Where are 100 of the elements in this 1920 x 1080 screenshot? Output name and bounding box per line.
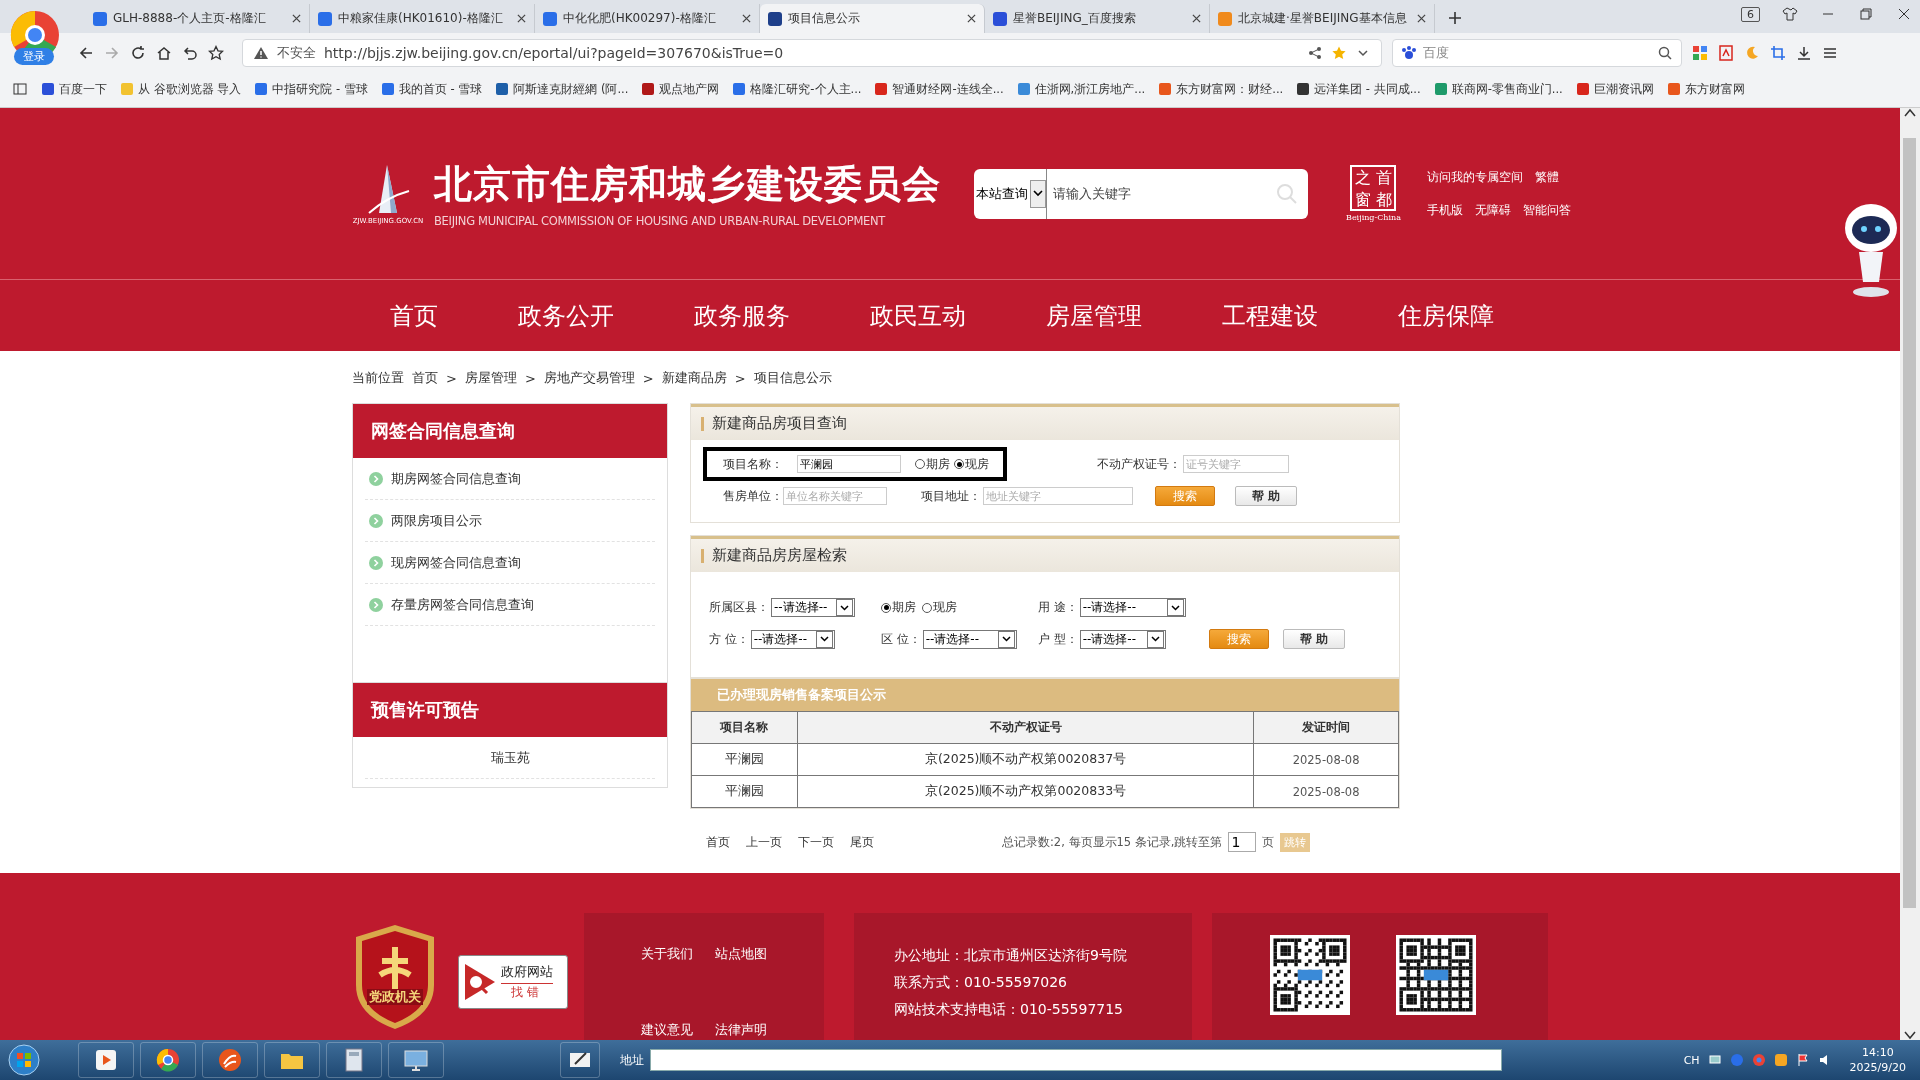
media-player-icon[interactable] (78, 1042, 134, 1078)
bookmark[interactable]: 从 谷歌浏览器 导入 (121, 81, 242, 97)
browser-tab[interactable]: 星誉BEIJING_百度搜索 (985, 4, 1210, 33)
bookmark[interactable]: 智通财经网-连线全... (875, 81, 1004, 97)
footer-link[interactable]: 站点地图 (715, 945, 767, 997)
nav-item[interactable]: 工程建设 (1222, 299, 1318, 332)
reload-icon[interactable] (130, 45, 146, 61)
breadcrumb-link[interactable]: 房地产交易管理 (543, 369, 635, 387)
chevron-down-icon[interactable] (1033, 190, 1043, 197)
close-icon[interactable] (967, 14, 976, 23)
bookmark[interactable]: 住浙网,浙江房地产... (1017, 81, 1146, 97)
bookmark[interactable]: 巨潮资讯网 (1576, 81, 1654, 97)
clock[interactable]: 14:10 2025/9/20 (1849, 1045, 1906, 1075)
page-link[interactable]: 尾页 (850, 834, 874, 850)
dropdown[interactable]: --请选择-- (1079, 629, 1166, 649)
close-icon[interactable] (517, 14, 526, 23)
bookmark[interactable]: 中指研究院 - 雪球 (255, 81, 368, 97)
new-tab-icon[interactable] (1447, 10, 1463, 26)
scroll-down-icon[interactable] (1904, 1030, 1916, 1040)
dropdown[interactable]: --请选择-- (771, 598, 855, 617)
search-field[interactable]: 百度 (1392, 39, 1682, 67)
star-icon[interactable] (1331, 45, 1347, 61)
footer-link[interactable]: 建议意见 (641, 1021, 693, 1040)
sidebar-item[interactable]: 期房网签合同信息查询 (365, 458, 655, 500)
undo-icon[interactable] (182, 45, 198, 61)
close-icon[interactable] (742, 14, 751, 23)
close-icon[interactable] (1896, 6, 1912, 22)
radio-button[interactable] (954, 459, 964, 469)
help-button[interactable]: 帮 助 (1283, 629, 1345, 649)
pdf-icon[interactable] (1718, 45, 1734, 61)
header-link[interactable]: 无障碍 (1474, 201, 1511, 219)
bookmark[interactable]: 阿斯達克財經網 (阿... (496, 81, 629, 97)
chevron-down-icon[interactable] (1150, 636, 1160, 642)
monitor-icon[interactable] (388, 1042, 444, 1078)
bookmark[interactable]: 格隆汇研究-个人主... (733, 81, 862, 97)
crop-icon[interactable] (1770, 45, 1786, 61)
report-error-button[interactable]: 政府网站 找错 (458, 955, 568, 1009)
language-indicator[interactable]: CH (1683, 1053, 1700, 1067)
chevron-down-icon[interactable] (1170, 604, 1180, 611)
menu-icon[interactable] (1822, 45, 1838, 61)
radio-button[interactable] (881, 602, 891, 613)
text-field[interactable]: 平澜园 (797, 455, 901, 473)
app-icon[interactable] (1773, 1053, 1788, 1067)
download-icon[interactable] (1796, 45, 1812, 61)
nav-item[interactable]: 首页 (390, 299, 438, 332)
radio-option[interactable]: 期房 (915, 456, 950, 472)
app-icon[interactable] (202, 1042, 258, 1078)
pen-icon[interactable] (560, 1042, 600, 1078)
site-search-field[interactable]: 本站查询 请输入关键字 (974, 168, 1308, 219)
footer-link[interactable]: 关于我们 (641, 945, 693, 997)
folder-icon[interactable] (264, 1042, 320, 1078)
bookmark[interactable]: 观点地产网 (642, 81, 720, 97)
breadcrumb-link[interactable]: 首页 (412, 369, 438, 387)
bookmark[interactable]: 联商网-零售商业门... (1434, 81, 1563, 97)
footer-link[interactable]: 法律声明 (715, 1021, 767, 1040)
page-link[interactable]: 首页 (706, 834, 730, 850)
bookmark[interactable]: 东方财富网 (1667, 81, 1745, 97)
calculator-icon[interactable] (326, 1042, 382, 1078)
browser-tab[interactable]: 中粮家佳康(HK01610)-格隆汇 (310, 4, 535, 33)
share-icon[interactable] (1307, 45, 1323, 61)
back-icon[interactable] (78, 45, 94, 61)
header-link[interactable]: 访问我的专属空间 (1426, 168, 1523, 186)
dropdown[interactable]: --请选择-- (750, 629, 835, 649)
close-icon[interactable] (292, 14, 301, 23)
breadcrumb-link[interactable]: 项目信息公示 (753, 369, 832, 387)
address-bar[interactable]: 不安全 http://bjjs.zjw.beijing.gov.cn/eportal/ui?pageId=307670&isTrue=0 (242, 39, 1382, 67)
browser-tab[interactable]: GLH-8888-个人主页-格隆汇 (85, 4, 310, 33)
sidebar-icon[interactable] (12, 81, 28, 97)
tab-count[interactable]: 6 (1741, 6, 1760, 22)
address-field[interactable] (650, 1049, 1502, 1071)
search-icon[interactable] (1657, 45, 1673, 61)
radio-option[interactable]: 期房 (881, 600, 916, 615)
header-link[interactable]: 手机版 (1426, 201, 1463, 219)
radio-option[interactable]: 现房 (922, 600, 957, 615)
dropdown[interactable]: --请选择-- (1079, 598, 1186, 617)
page-field[interactable]: 1 (1228, 832, 1257, 852)
shirt-icon[interactable] (1782, 6, 1798, 22)
bookmark[interactable]: 百度一下 (42, 81, 107, 97)
sidebar-item[interactable]: 存量房网签合同信息查询 (365, 584, 655, 626)
bookmark[interactable]: 我的首页 - 雪球 (381, 81, 483, 97)
login-button[interactable]: 登录 (14, 48, 54, 65)
grid-icon[interactable] (1692, 45, 1708, 61)
browser-icon[interactable] (140, 1042, 196, 1078)
radio-button[interactable] (915, 459, 925, 469)
nav-item[interactable]: 政务公开 (518, 299, 614, 332)
browser-tab[interactable]: 北京城建·星誉BEIJING基本信息 (1210, 4, 1435, 33)
sidebar-item[interactable]: 瑞玉苑 (365, 737, 655, 779)
header-link[interactable]: 智能问答 (1522, 201, 1571, 219)
sidebar-item[interactable]: 现房网签合同信息查询 (365, 542, 655, 584)
browser-tab[interactable]: 项目信息公示 (760, 4, 985, 33)
page-link[interactable]: 上一页 (746, 834, 782, 850)
bookmark[interactable]: 远洋集团 - 共同成... (1297, 81, 1421, 97)
breadcrumb-link[interactable]: 新建商品房 (661, 369, 727, 387)
restore-icon[interactable] (1858, 6, 1874, 22)
home-icon[interactable] (156, 45, 172, 61)
nav-item[interactable]: 政民互动 (870, 299, 966, 332)
bookmark[interactable]: 东方财富网：财经... (1159, 81, 1284, 97)
dropdown[interactable]: --请选择-- (922, 629, 1017, 649)
nav-item[interactable]: 住房保障 (1398, 299, 1494, 332)
nav-item[interactable]: 政务服务 (694, 299, 790, 332)
